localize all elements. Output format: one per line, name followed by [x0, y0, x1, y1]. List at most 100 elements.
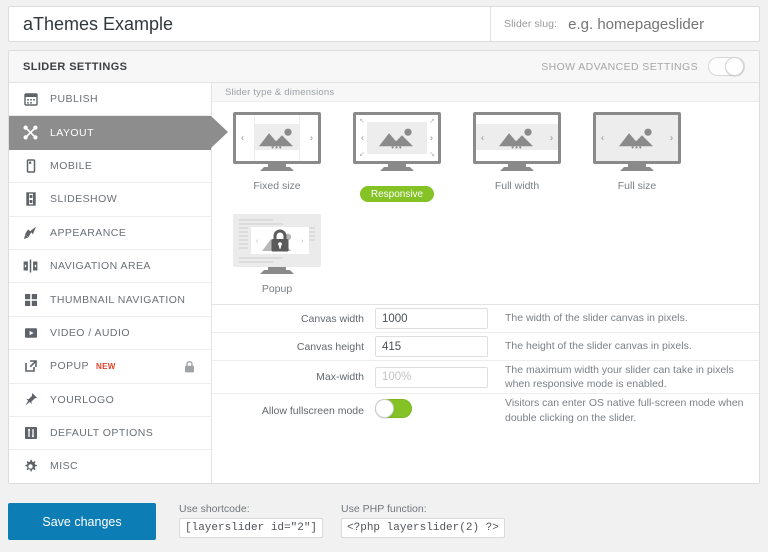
grid-icon [23, 292, 38, 307]
sidebar-item-misc[interactable]: MISC [9, 450, 211, 483]
shortcode-group: Use shortcode: [layerslider id="2"] [179, 503, 323, 538]
calendar-icon [23, 92, 38, 107]
advanced-settings-label: SHOW ADVANCED SETTINGS [541, 61, 698, 73]
field-description: Visitors can enter OS native full-screen… [491, 391, 759, 430]
slider-type-options: ‹› ••• Fixed size ‹› ••• [212, 102, 759, 202]
sidebar-item-label: LAYOUT [50, 127, 94, 139]
svg-text:›: › [301, 238, 304, 245]
monitor-icon: ‹› ••• ↖ ↗ ↙ ↘ [350, 112, 444, 172]
sidebar-item-slideshow[interactable]: SLIDESHOW [9, 183, 211, 216]
slider-type-fixed-size[interactable]: ‹› ••• Fixed size [230, 112, 324, 202]
slider-slug-input[interactable] [566, 15, 768, 34]
advanced-settings-toggle[interactable] [708, 57, 745, 76]
sidebar-item-label: APPEARANCE [50, 227, 126, 239]
sidebar-item-appearance[interactable]: APPEARANCE [9, 217, 211, 250]
slider-type-label: Responsive [360, 186, 434, 202]
panel-header: SLIDER SETTINGS SHOW ADVANCED SETTINGS [9, 51, 759, 83]
sidebar-item-label: MISC [50, 460, 78, 472]
sidebar-item-label: SLIDESHOW [50, 193, 117, 205]
sidebar-item-mobile[interactable]: MOBILE [9, 150, 211, 183]
lock-icon [269, 228, 291, 252]
sliders-icon [23, 426, 38, 441]
sidebar-item-popup[interactable]: POPUP NEW [9, 350, 211, 383]
sidebar-item-thumbnail-navigation[interactable]: THUMBNAIL NAVIGATION [9, 283, 211, 316]
sidebar-item-label: VIDEO / AUDIO [50, 327, 130, 339]
slider-type-label: Full size [590, 180, 684, 192]
max-width-input[interactable] [375, 367, 488, 388]
field-label: Canvas width [212, 313, 375, 325]
advanced-settings-group: SHOW ADVANCED SETTINGS [541, 57, 745, 76]
field-control [375, 367, 491, 388]
field-label: Allow fullscreen mode [212, 405, 375, 417]
section-header-slider-type: Slider type & dimensions [212, 83, 759, 102]
panel-body: PUBLISH LAYOUT MOBILE SLIDESHOW [9, 83, 759, 484]
allow-fullscreen-toggle[interactable] [375, 399, 412, 418]
slider-type-label: Fixed size [230, 180, 324, 192]
sidebar-item-publish[interactable]: PUBLISH [9, 83, 211, 116]
settings-sidebar: PUBLISH LAYOUT MOBILE SLIDESHOW [9, 83, 212, 484]
field-row-allow-fullscreen: Allow fullscreen mode Visitors can enter… [212, 394, 759, 427]
settings-content: Slider type & dimensions ‹› ••• [212, 83, 759, 484]
section-title: Slider type & dimensions [225, 87, 334, 98]
php-function-label: Use PHP function: [341, 503, 505, 515]
pin-icon [23, 392, 38, 407]
play-icon [23, 325, 38, 340]
monitor-icon: ‹› ••• [230, 112, 324, 172]
slider-type-popup[interactable]: ‹ › Popu [212, 202, 759, 295]
field-description: The width of the slider canvas in pixels… [491, 306, 759, 330]
svg-text:‹: ‹ [256, 238, 259, 245]
toggle-knob [725, 57, 744, 76]
slider-slug-group: Slider slug: [490, 7, 768, 41]
slider-type-label: Popup [230, 283, 324, 295]
dimension-fields: Canvas width The width of the slider can… [212, 304, 759, 427]
slider-type-full-width[interactable]: ‹› ••• Full width [470, 112, 564, 202]
sidebar-item-navigation-area[interactable]: NAVIGATION AREA [9, 250, 211, 283]
navigation-icon [23, 259, 38, 274]
field-label: Max-width [212, 371, 375, 383]
sidebar-item-label: NAVIGATION AREA [50, 260, 151, 272]
sidebar-item-label: THUMBNAIL NAVIGATION [50, 294, 185, 306]
brush-icon [23, 225, 38, 240]
sidebar-item-video-audio[interactable]: VIDEO / AUDIO [9, 317, 211, 350]
slider-type-label: Full width [470, 180, 564, 192]
lock-icon [184, 360, 195, 373]
new-badge: NEW [96, 362, 116, 371]
sidebar-item-yourlogo[interactable]: YOURLOGO [9, 384, 211, 417]
page-title: SLIDER SETTINGS [23, 61, 127, 73]
footer-bar: Save changes Use shortcode: [layerslider… [8, 503, 760, 547]
sidebar-item-label: YOURLOGO [50, 394, 114, 406]
field-description: The height of the slider canvas in pixel… [491, 334, 759, 358]
canvas-width-input[interactable] [375, 308, 488, 329]
shortcode-label: Use shortcode: [179, 503, 323, 515]
sidebar-item-label: POPUP [50, 360, 89, 372]
layout-icon [23, 125, 38, 140]
sidebar-item-label: PUBLISH [50, 93, 98, 105]
slider-type-full-size[interactable]: ‹› ••• Full size [590, 112, 684, 202]
save-changes-button[interactable]: Save changes [8, 503, 156, 540]
sidebar-item-layout[interactable]: LAYOUT [9, 116, 211, 149]
field-control [375, 336, 491, 357]
mobile-icon [23, 158, 38, 173]
film-icon [23, 192, 38, 207]
canvas-height-input[interactable] [375, 336, 488, 357]
slider-header-bar: Slider slug: [8, 6, 760, 42]
external-link-icon [23, 359, 38, 374]
field-row-canvas-width: Canvas width The width of the slider can… [212, 305, 759, 333]
field-label: Canvas height [212, 341, 375, 353]
slider-slug-label: Slider slug: [504, 18, 557, 30]
settings-panel: SLIDER SETTINGS SHOW ADVANCED SETTINGS P… [8, 50, 760, 484]
php-function-value[interactable]: <?php layerslider(2) ?> [341, 518, 505, 538]
toggle-knob [375, 399, 394, 418]
shortcode-value[interactable]: [layerslider id="2"] [179, 518, 323, 538]
monitor-icon: ‹› ••• [470, 112, 564, 172]
sidebar-item-label: MOBILE [50, 160, 92, 172]
field-row-max-width: Max-width The maximum width your slider … [212, 361, 759, 394]
monitor-icon: ‹ › [230, 214, 324, 276]
slider-title-input[interactable] [9, 7, 490, 41]
sidebar-item-default-options[interactable]: DEFAULT OPTIONS [9, 417, 211, 450]
slider-type-responsive[interactable]: ‹› ••• ↖ ↗ ↙ ↘ Responsive [350, 112, 444, 202]
monitor-icon: ‹› ••• [590, 112, 684, 172]
field-control [375, 399, 491, 423]
gear-icon [23, 459, 38, 474]
sidebar-item-label: DEFAULT OPTIONS [50, 427, 153, 439]
